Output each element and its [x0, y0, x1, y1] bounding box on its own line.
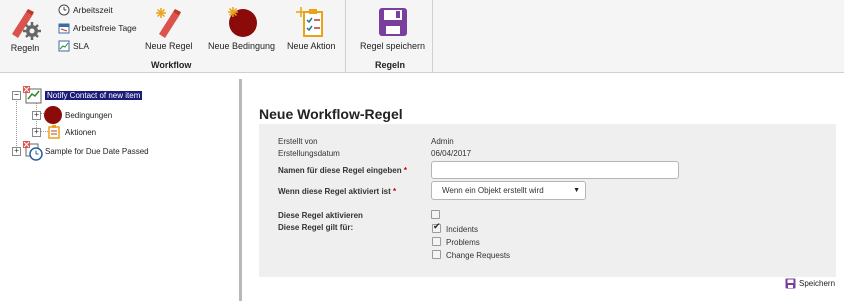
speichern-label: Speichern [799, 279, 836, 288]
speichern-button[interactable]: Speichern [785, 278, 835, 289]
arbeitsfreie-tage-button[interactable]: Arbeitsfreie Tage [58, 22, 137, 34]
erstellungsdatum-label: Erstellungsdatum [278, 149, 340, 158]
aktivieren-checkbox[interactable] [431, 210, 440, 219]
new-condition-icon [227, 7, 257, 37]
neue-aktion-label: Neue Aktion [287, 41, 336, 51]
trigger-select-value: Wenn ein Objekt erstellt wird [442, 186, 544, 195]
tree-node-label: Sample for Due Date Passed [45, 146, 149, 156]
neue-regel-label: Neue Regel [145, 41, 193, 51]
regel-speichern-button[interactable]: Regel speichern [360, 6, 425, 51]
save-floppy-icon [785, 278, 796, 289]
ribbon-toolbar: Regeln Arbeitszeit Arbeitsfreie Tage SLA [0, 0, 844, 73]
sla-button[interactable]: SLA [58, 40, 89, 52]
required-mark: * [393, 187, 397, 196]
problems-label: Problems [446, 238, 480, 247]
action-clipboard-icon [48, 125, 60, 139]
incidents-checkbox[interactable] [432, 222, 441, 233]
neue-bedingung-button[interactable]: Neue Bedingung [208, 6, 275, 51]
regeln-button-label: Regeln [10, 43, 40, 53]
rule-name-label-text: Namen für diese Regel eingeben [278, 166, 402, 175]
new-action-icon [296, 7, 324, 37]
rule-name-label: Namen für diese Regel eingeben * [278, 166, 407, 175]
sla-label: SLA [73, 41, 90, 51]
workflow-group-label: Workflow [151, 60, 192, 70]
neue-bedingung-label: Neue Bedingung [208, 41, 276, 51]
tree-node-aktionen[interactable]: + Aktionen [32, 125, 96, 139]
calendar-icon [58, 23, 70, 34]
rule-name-input[interactable] [431, 161, 679, 179]
required-mark: * [403, 166, 407, 175]
regel-speichern-label: Regel speichern [360, 41, 426, 51]
neue-regel-button[interactable]: Neue Regel [145, 6, 193, 51]
tree-node-due-date[interactable]: + Sample for Due Date Passed [12, 141, 149, 161]
aktivieren-label: Diese Regel aktivieren [278, 211, 363, 220]
ribbon-separator [345, 0, 346, 72]
change-requests-label: Change Requests [446, 251, 511, 260]
condition-circle-icon [44, 106, 62, 124]
clock-icon [58, 4, 70, 16]
splitter-bar[interactable] [239, 79, 242, 301]
tree-node-label: Notify Contact of new item [45, 90, 143, 100]
dropdown-caret-icon: ▼ [573, 187, 580, 194]
rule-clock-icon [23, 141, 43, 161]
trigger-select[interactable]: Wenn ein Objekt erstellt wird ▼ [431, 181, 586, 200]
form-panel [259, 124, 836, 277]
erstellt-von-value: Admin [431, 137, 454, 146]
rule-flowchart-icon [23, 86, 42, 104]
collapse-toggle[interactable]: − [12, 90, 21, 100]
expand-toggle[interactable]: + [32, 110, 41, 120]
tree-node-bedingungen[interactable]: + Bedingungen [32, 105, 112, 125]
save-floppy-icon [378, 8, 407, 36]
change-requests-checkbox[interactable] [432, 250, 441, 259]
erstellungsdatum-value: 06/04/2017 [431, 149, 472, 158]
arbeitszeit-label: Arbeitszeit [73, 5, 113, 15]
rules-gear-icon [12, 9, 41, 40]
arbeitsfreie-tage-label: Arbeitsfreie Tage [73, 23, 137, 33]
tree-node-notify-contact[interactable]: − Notify Contact of new item [12, 86, 143, 104]
gilt-fuer-label: Diese Regel gilt für: [278, 223, 354, 232]
arbeitszeit-button[interactable]: Arbeitszeit [58, 4, 113, 16]
expand-toggle[interactable]: + [32, 127, 41, 137]
expand-toggle[interactable]: + [12, 146, 21, 156]
tree-node-label: Aktionen [65, 127, 97, 137]
trigger-label: Wenn diese Regel aktiviert ist * [278, 187, 396, 196]
problems-checkbox[interactable] [432, 237, 441, 246]
sla-chart-icon [58, 40, 70, 52]
erstellt-von-label: Erstellt von [278, 137, 318, 146]
new-rule-icon [155, 8, 181, 38]
trigger-label-text: Wenn diese Regel aktiviert ist [278, 187, 391, 196]
regeln-group-label: Regeln [375, 60, 406, 70]
ribbon-separator [432, 0, 433, 72]
page-title: Neue Workflow-Regel [259, 106, 403, 122]
neue-aktion-button[interactable]: Neue Aktion [287, 6, 336, 51]
regeln-button[interactable]: Regeln [8, 6, 42, 53]
incidents-label: Incidents [446, 225, 479, 234]
tree-node-label: Bedingungen [65, 110, 113, 120]
